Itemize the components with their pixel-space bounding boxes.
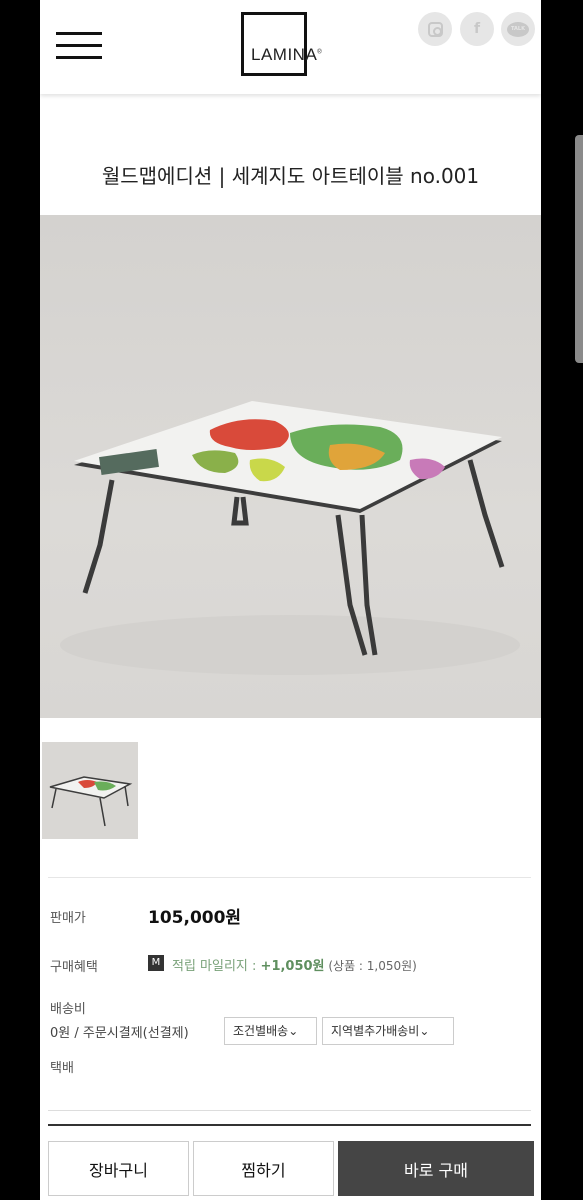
section-divider [48,1110,531,1111]
scroll-handle[interactable] [575,135,583,363]
shipping-label: 배송비 [50,1002,86,1017]
section-divider [48,877,531,878]
product-page: LAMINA® f TALK 월드맵에디션 | 세계지도 아트테이블 no.00… [40,0,541,1200]
shipping-fee-text: 0원 / 주문시결제(선결제) [50,1026,189,1041]
mileage-badge-icon: M [148,955,164,971]
buy-now-button[interactable]: 바로 구매 [338,1141,534,1196]
logo-text: LAMINA® [251,45,323,64]
action-bar-divider [48,1124,531,1126]
product-main-image[interactable] [40,215,541,718]
left-black-margin [0,0,40,1200]
product-thumbnail[interactable] [42,742,138,839]
add-to-cart-button[interactable]: 장바구니 [48,1141,189,1196]
mileage-text: 적립 마일리지 : +1,050원 (상품 : 1,050원) [172,959,417,974]
right-black-margin [541,0,583,1200]
regional-shipping-select[interactable]: 지역별추가배송비⌄ [322,1017,454,1045]
benefit-label: 구매혜택 [50,960,98,975]
price-label: 판매가 [50,911,86,926]
delivery-type: 택배 [50,1061,74,1076]
site-header: LAMINA® f TALK [40,0,541,94]
instagram-icon[interactable] [418,12,452,46]
facebook-icon[interactable]: f [460,12,494,46]
kakaotalk-icon[interactable]: TALK [501,12,535,46]
site-logo[interactable]: LAMINA® [241,12,322,76]
shipping-condition-select[interactable]: 조건별배송⌄ [224,1017,317,1045]
product-title: 월드맵에디션 | 세계지도 아트테이블 no.001 [101,164,480,188]
menu-icon[interactable] [56,32,102,60]
wishlist-button[interactable]: 찜하기 [193,1141,334,1196]
price-value: 105,000원 [148,908,242,928]
